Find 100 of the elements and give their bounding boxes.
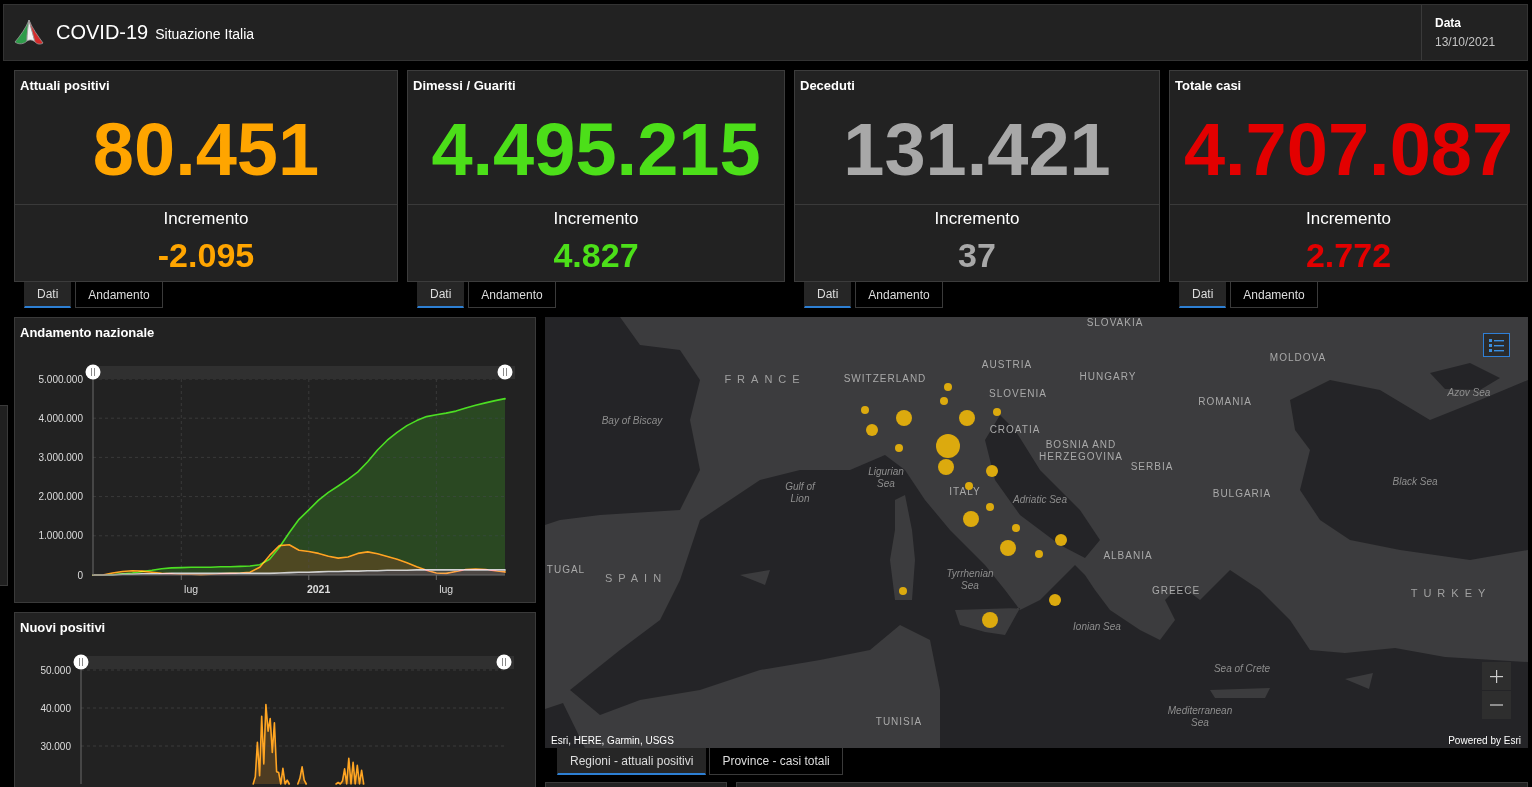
view-tab[interactable]: Andamento <box>855 282 943 308</box>
minus-icon <box>1490 704 1503 706</box>
axis-tick-label: lug <box>439 583 454 595</box>
circle-marker-icon[interactable] <box>963 511 979 527</box>
zoom-out-button[interactable] <box>1482 691 1511 719</box>
circle-marker-icon[interactable] <box>1035 550 1043 558</box>
circle-marker-icon[interactable] <box>895 444 903 452</box>
axis-tick-label: 30.000 <box>40 740 71 752</box>
card-title: Dimessi / Guariti <box>413 77 516 95</box>
axis-tick-label: 3.000.000 <box>38 451 83 463</box>
legend-button[interactable] <box>1483 333 1510 357</box>
circle-marker-icon[interactable] <box>944 383 952 391</box>
country-label: MOLDOVA <box>1269 352 1327 364</box>
increment-value: 37 <box>958 235 996 275</box>
powered-by-link[interactable]: Powered by Esri <box>1448 735 1521 746</box>
stat-value: 80.451 <box>92 112 320 187</box>
circle-marker-icon[interactable] <box>1055 534 1067 546</box>
view-tab[interactable]: Dati <box>417 282 465 308</box>
sea-label: Azov Sea <box>1447 387 1491 399</box>
sea-label: Gulf of Lion <box>784 481 817 505</box>
scrollbar-handle[interactable] <box>496 654 512 670</box>
circle-marker-icon[interactable] <box>861 406 869 414</box>
zoom-in-button[interactable] <box>1482 662 1511 690</box>
increment-value: -2.095 <box>157 235 255 275</box>
stat-value: 131.421 <box>843 112 1111 187</box>
date-label: Data <box>1435 16 1462 30</box>
axis-tick-label: 40.000 <box>40 702 71 714</box>
country-label: SPAIN <box>604 572 668 586</box>
increment-value: 2.772 <box>1305 235 1392 275</box>
circle-marker-icon[interactable] <box>982 612 998 628</box>
axis-tick-label: 0 <box>77 569 83 581</box>
country-label: TURKEY <box>1410 587 1492 601</box>
sea-label: Black Sea <box>1392 476 1438 488</box>
country-label: SWITZERLAND <box>843 373 927 385</box>
circle-marker-icon[interactable] <box>938 459 954 475</box>
sea-label: Ionian Sea <box>1073 621 1121 633</box>
view-tab[interactable]: Andamento <box>1230 282 1318 308</box>
circle-marker-icon[interactable] <box>993 408 1001 416</box>
range-scrollbar[interactable] <box>81 656 514 669</box>
chart-title: Andamento nazionale <box>20 325 155 341</box>
circle-marker-icon[interactable] <box>1012 524 1020 532</box>
axis-tick-label: 1.000.000 <box>38 530 83 542</box>
stat-value: 4.707.087 <box>1183 112 1514 187</box>
country-label: TUNISIA <box>875 716 923 728</box>
scrollbar-handle[interactable] <box>85 364 101 380</box>
card-title: Attuali positivi <box>20 77 110 95</box>
scrollbar-handle[interactable] <box>73 654 89 670</box>
chart-title: Nuovi positivi <box>20 620 106 636</box>
stat-value: 4.495.215 <box>431 112 761 187</box>
circle-marker-icon[interactable] <box>959 410 975 426</box>
app-subtitle: Situazione Italia <box>155 26 255 42</box>
sea-label: Sea of Crete <box>1213 663 1271 675</box>
country-label: CROATIA <box>989 424 1041 436</box>
axis-tick-label: 4.000.000 <box>38 412 83 424</box>
sea-label: Ligurian Sea <box>867 466 905 490</box>
circle-marker-icon[interactable] <box>1000 540 1016 556</box>
circle-marker-icon[interactable] <box>899 587 907 595</box>
axis-tick-label: 2021 <box>306 583 331 595</box>
layer-tab[interactable]: Province - casi totali <box>709 748 843 775</box>
plus-icon <box>1490 669 1503 683</box>
circle-marker-icon[interactable] <box>896 410 912 426</box>
view-tab[interactable]: Andamento <box>75 282 163 308</box>
view-tab[interactable]: Andamento <box>468 282 556 308</box>
circle-marker-icon[interactable] <box>866 424 878 436</box>
date-value: 13/10/2021 <box>1435 35 1497 49</box>
card-title: Deceduti <box>800 77 855 95</box>
circle-marker-icon[interactable] <box>940 397 948 405</box>
sea-label: Mediterranean Sea <box>1166 705 1234 729</box>
circle-marker-icon[interactable] <box>936 434 960 458</box>
axis-tick-label: 5.000.000 <box>38 373 83 385</box>
logo-icon <box>14 18 44 47</box>
circle-marker-icon[interactable] <box>1049 594 1061 606</box>
increment-label: Incremento <box>1305 208 1391 230</box>
country-label: ALBANIA <box>1103 550 1153 562</box>
country-label: HUNGARY <box>1079 371 1137 383</box>
sea-label: Adriatic Sea <box>1013 494 1067 506</box>
increment-label: Incremento <box>163 208 249 230</box>
country-label: BULGARIA <box>1212 488 1272 500</box>
circle-marker-icon[interactable] <box>986 465 998 477</box>
increment-label: Incremento <box>934 208 1020 230</box>
sea-label: Bay of Biscay <box>601 415 663 427</box>
increment-label: Incremento <box>553 208 639 230</box>
circle-marker-icon[interactable] <box>986 503 994 511</box>
sea-label: Tyrrhenian Sea <box>945 568 995 592</box>
country-label: TUGAL <box>546 564 586 576</box>
range-scrollbar[interactable] <box>93 366 515 379</box>
card-title: Totale casi <box>1175 77 1242 95</box>
axis-tick-label: 50.000 <box>40 664 71 676</box>
attribution-text: Esri, HERE, Garmin, USGS <box>551 735 674 746</box>
country-label: SLOVAKIA <box>1086 317 1144 329</box>
country-label: BOSNIA AND HERZEGOVINA <box>1038 439 1124 463</box>
view-tab[interactable]: Dati <box>1179 282 1227 308</box>
view-tab[interactable]: Dati <box>804 282 852 308</box>
axis-tick-label: lug <box>184 583 199 595</box>
view-tab[interactable]: Dati <box>24 282 72 308</box>
country-label: ROMANIA <box>1198 396 1252 408</box>
country-label: GREECE <box>1151 585 1201 597</box>
layer-tab[interactable]: Regioni - attuali positivi <box>557 748 707 775</box>
scrollbar-handle[interactable] <box>497 364 513 380</box>
list-icon <box>1489 338 1504 352</box>
